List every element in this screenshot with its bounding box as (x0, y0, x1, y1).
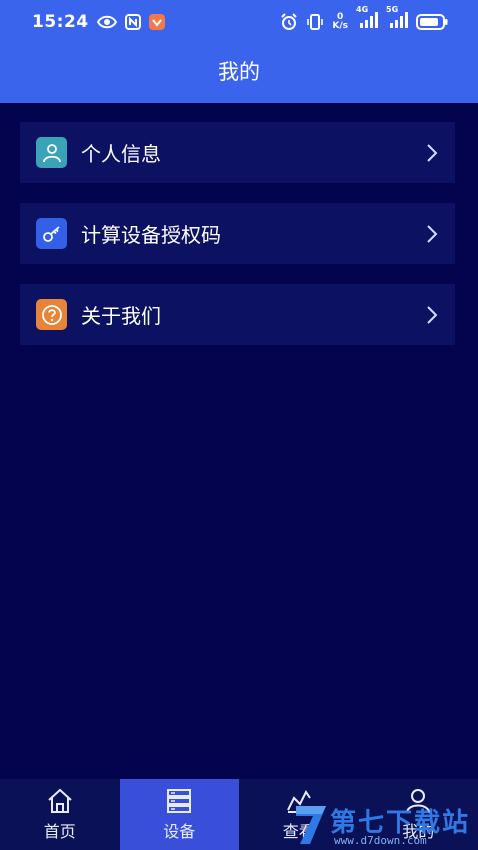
net-speed-unit: K/s (332, 21, 348, 31)
menu-item-personal-info[interactable]: 个人信息 (20, 122, 455, 183)
eye-icon (96, 15, 117, 29)
question-icon (36, 299, 67, 330)
tab-label: 我的 (402, 821, 435, 841)
sim2-type: 5G (386, 5, 399, 14)
nfc-icon (124, 14, 141, 30)
app-notification-icon (148, 14, 165, 30)
person-icon (406, 788, 431, 813)
person-icon (36, 137, 67, 168)
app-header: 15:24 0 K/s 4G 5G 我的 (0, 0, 478, 103)
alarm-icon (281, 13, 298, 30)
chevron-right-icon (427, 224, 438, 243)
status-bar: 15:24 0 K/s 4G 5G (0, 0, 478, 44)
tab-device[interactable]: 设备 (119, 779, 239, 850)
vibrate-icon (307, 14, 324, 30)
sim1-type: 4G (356, 5, 369, 14)
signal-sim2: 5G (386, 5, 408, 32)
chart-icon (286, 789, 311, 813)
menu-item-label: 个人信息 (81, 142, 161, 166)
page-title: 我的 (218, 60, 260, 84)
menu-item-label: 计算设备授权码 (81, 223, 221, 247)
tab-home[interactable]: 首页 (0, 779, 120, 850)
chevron-right-icon (427, 305, 438, 324)
net-speed: 0 K/s (332, 13, 348, 31)
tab-label: 首页 (43, 821, 76, 841)
server-icon (167, 788, 192, 813)
menu-item-about-us[interactable]: 关于我们 (20, 284, 455, 345)
signal-icon (390, 12, 408, 28)
key-icon (36, 218, 67, 249)
signal-sim1: 4G (356, 5, 378, 32)
tab-mine[interactable]: 我的 (359, 779, 478, 850)
status-time: 15:24 (32, 12, 89, 32)
bottom-tab-bar: 首页 设备 查看 我的 (0, 779, 478, 850)
battery-icon (416, 14, 448, 30)
menu-item-label: 关于我们 (81, 304, 161, 328)
home-icon (48, 788, 72, 813)
tab-view[interactable]: 查看 (239, 779, 359, 850)
chevron-right-icon (427, 143, 438, 162)
tab-label: 查看 (282, 821, 315, 841)
menu-item-device-auth-code[interactable]: 计算设备授权码 (20, 203, 455, 264)
signal-icon (360, 12, 378, 28)
tab-label: 设备 (163, 821, 196, 841)
